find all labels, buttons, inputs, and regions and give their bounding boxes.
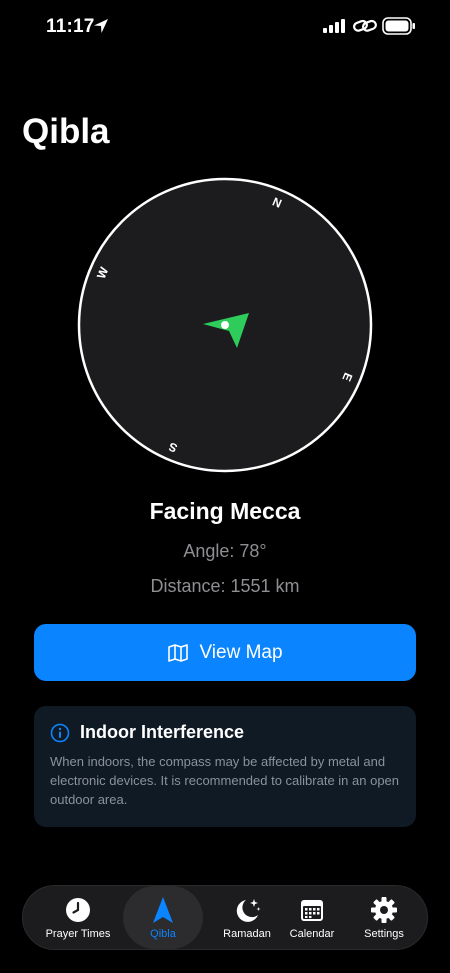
tab-label: Prayer Times — [45, 928, 111, 940]
status-time: 11:17 — [46, 16, 95, 37]
distance-readout: Distance: 1551 km — [150, 576, 300, 596]
tab-ramadan[interactable]: Ramadan — [203, 886, 291, 949]
status-bar: 11:17 — [0, 0, 450, 54]
tab-qibla[interactable]: Qibla — [123, 886, 203, 949]
clock-icon — [66, 898, 90, 922]
tab-prayer-times[interactable]: Prayer Times — [35, 886, 121, 949]
moon-stars-icon — [236, 899, 261, 922]
angle-readout: Angle: 78° — [183, 541, 267, 561]
facing-status: Facing Mecca — [149, 498, 301, 524]
notice-title: Indoor Interference — [80, 722, 245, 742]
tab-label: Calendar — [289, 928, 335, 940]
calendar-icon — [301, 900, 323, 921]
page-title: Qibla — [22, 112, 110, 151]
location-arrow-icon — [94, 19, 108, 33]
notice-body: When indoors, the compass may be affecte… — [50, 754, 400, 807]
battery-icon — [382, 17, 415, 35]
view-map-button[interactable]: View Map — [34, 624, 416, 681]
tab-label: Ramadan — [223, 928, 271, 940]
tab-settings[interactable]: Settings — [353, 886, 415, 949]
tab-label: Qibla — [150, 928, 176, 940]
view-map-label: View Map — [199, 641, 283, 663]
gear-icon — [371, 897, 397, 923]
info-icon — [50, 723, 70, 742]
cellular-signal-icon — [323, 19, 345, 33]
tab-label: Settings — [364, 928, 404, 940]
qibla-arrow-icon — [153, 897, 173, 923]
indoor-interference-notice: Indoor Interference When indoors, the co… — [34, 706, 416, 827]
link-icon — [353, 19, 377, 32]
map-icon — [168, 643, 189, 662]
tab-bar: Prayer Times Qibla Ramadan Calendar Sett… — [22, 885, 428, 950]
tab-calendar[interactable]: Calendar — [285, 886, 339, 949]
qibla-compass: N E S W — [77, 177, 373, 473]
